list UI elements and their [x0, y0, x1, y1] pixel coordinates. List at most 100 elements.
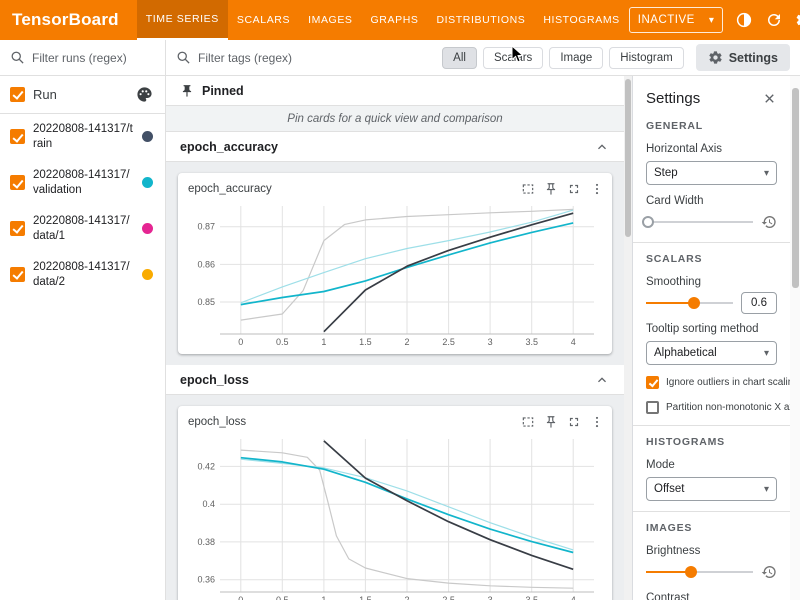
run-label: 20220808-141317/data/1: [33, 214, 134, 244]
run-label: 20220808-141317/train: [33, 122, 134, 152]
chevron-down-icon: ▾: [764, 484, 769, 495]
fit-domain-icon[interactable]: [521, 415, 535, 429]
main-nav-tabs: TIME SERIES SCALARS IMAGES GRAPHS DISTRI…: [137, 0, 629, 40]
tab-time-series[interactable]: TIME SERIES: [137, 0, 228, 40]
epoch-loss-chart[interactable]: 0.360.380.40.4200.511.522.533.54: [186, 433, 604, 600]
runs-column-header: Run: [0, 76, 165, 114]
tab-distributions[interactable]: DISTRIBUTIONS: [427, 0, 534, 40]
fullscreen-icon[interactable]: [567, 415, 581, 429]
chip-scalars[interactable]: Scalars: [483, 47, 543, 69]
section-epoch-accuracy[interactable]: epoch_accuracy: [166, 132, 624, 162]
pin-icon[interactable]: [544, 415, 558, 429]
svg-text:4: 4: [571, 337, 576, 347]
card-zone: epoch_loss 0.360.380.40.4200.511.522.533…: [166, 395, 624, 600]
main-scrollbar[interactable]: [624, 76, 632, 600]
chip-all[interactable]: All: [442, 47, 477, 69]
palette-icon[interactable]: [136, 86, 153, 103]
chip-histogram[interactable]: Histogram: [609, 47, 683, 69]
card-width-slider[interactable]: [646, 212, 753, 232]
settings-scrollbar[interactable]: [790, 76, 800, 600]
run-color-dot: [142, 223, 153, 234]
run-checkbox[interactable]: [10, 267, 25, 282]
slider-thumb[interactable]: [642, 216, 654, 228]
run-row-data-1[interactable]: 20220808-141317/data/1: [0, 206, 165, 252]
slider-thumb[interactable]: [685, 566, 697, 578]
more-options-icon[interactable]: [590, 182, 604, 196]
reset-icon[interactable]: [761, 214, 777, 230]
close-icon[interactable]: [762, 91, 777, 106]
run-checkbox[interactable]: [10, 175, 25, 190]
histograms-heading: HISTOGRAMS: [646, 436, 777, 449]
run-checkbox[interactable]: [10, 221, 25, 236]
scalar-card-epoch-accuracy: epoch_accuracy 0.850.860.8700.511.522.53…: [178, 173, 612, 354]
svg-text:0.38: 0.38: [197, 537, 215, 547]
tag-type-filter-chips: All Scalars Image Histogram: [442, 47, 684, 69]
cards-area: Pinned Pin cards for a quick view and co…: [166, 76, 624, 600]
run-label: 20220808-141317/data/2: [33, 260, 134, 290]
svg-text:0.85: 0.85: [197, 297, 215, 307]
status-value: INACTIVE: [638, 14, 695, 26]
run-row-data-2[interactable]: 20220808-141317/data/2: [0, 252, 165, 298]
checkbox-label: Ignore outliers in chart scaling: [666, 377, 790, 388]
settings-button-label: Settings: [729, 51, 778, 65]
chevron-down-icon: ▾: [709, 15, 715, 26]
app-title: TensorBoard: [0, 0, 137, 40]
reset-icon[interactable]: [761, 564, 777, 580]
tags-filter-input[interactable]: [198, 51, 328, 65]
search-icon: [10, 50, 25, 65]
histogram-mode-select[interactable]: Offset ▾: [646, 477, 777, 501]
svg-text:1: 1: [321, 595, 326, 600]
brightness-slider[interactable]: [646, 562, 753, 582]
tab-scalars[interactable]: SCALARS: [228, 0, 299, 40]
run-checkbox[interactable]: [10, 129, 25, 144]
divider: [633, 425, 790, 426]
pin-icon[interactable]: [544, 182, 558, 196]
top-app-bar: TensorBoard TIME SERIES SCALARS IMAGES G…: [0, 0, 800, 40]
theme-toggle-icon[interactable]: [734, 11, 753, 30]
settings-button[interactable]: Settings: [696, 44, 790, 71]
smoothing-slider[interactable]: [646, 293, 733, 313]
scrollbar-thumb[interactable]: [792, 88, 799, 288]
pinned-empty-message: Pin cards for a quick view and compariso…: [166, 106, 624, 132]
collapse-chevron-up-icon[interactable]: [594, 372, 610, 388]
collapse-chevron-up-icon[interactable]: [594, 139, 610, 155]
pinned-section-header: Pinned: [166, 76, 624, 106]
horizontal-axis-select[interactable]: Step ▾: [646, 161, 777, 185]
scrollbar-thumb[interactable]: [625, 79, 631, 237]
settings-gear-icon[interactable]: [794, 11, 800, 30]
histogram-mode-label: Mode: [646, 458, 777, 472]
fit-domain-icon[interactable]: [521, 182, 535, 196]
svg-text:3.5: 3.5: [525, 337, 538, 347]
svg-text:0.5: 0.5: [276, 595, 289, 600]
svg-text:0.42: 0.42: [197, 461, 215, 471]
select-all-runs-checkbox[interactable]: [10, 87, 25, 102]
tooltip-sorting-select[interactable]: Alphabetical ▾: [646, 341, 777, 365]
chip-image[interactable]: Image: [549, 47, 603, 69]
more-options-icon[interactable]: [590, 415, 604, 429]
tab-images[interactable]: IMAGES: [299, 0, 361, 40]
general-heading: GENERAL: [646, 120, 777, 133]
section-epoch-loss[interactable]: epoch_loss: [166, 365, 624, 395]
partition-x-axis-checkbox[interactable]: Partition non-monotonic X axis: [646, 399, 777, 415]
checkbox-icon: [646, 401, 659, 414]
epoch-accuracy-chart[interactable]: 0.850.860.8700.511.522.533.54: [186, 200, 604, 350]
smoothing-value-input[interactable]: 0.6: [741, 292, 777, 314]
svg-text:0.4: 0.4: [202, 499, 215, 509]
ignore-outliers-checkbox[interactable]: Ignore outliers in chart scaling: [646, 374, 777, 390]
fullscreen-icon[interactable]: [567, 182, 581, 196]
data-status-dropdown[interactable]: INACTIVE ▾: [629, 7, 724, 33]
svg-text:3.5: 3.5: [525, 595, 538, 600]
svg-text:2: 2: [404, 337, 409, 347]
run-row-train[interactable]: 20220808-141317/train: [0, 114, 165, 160]
refresh-icon[interactable]: [764, 11, 783, 30]
tooltip-sorting-value: Alphabetical: [654, 347, 764, 359]
divider: [633, 242, 790, 243]
runs-filter-input[interactable]: [32, 51, 155, 65]
svg-text:2.5: 2.5: [442, 337, 455, 347]
slider-thumb[interactable]: [688, 297, 700, 309]
smoothing-label: Smoothing: [646, 275, 777, 289]
images-heading: IMAGES: [646, 522, 777, 535]
tab-graphs[interactable]: GRAPHS: [362, 0, 428, 40]
tab-histograms[interactable]: HISTOGRAMS: [534, 0, 628, 40]
run-row-validation[interactable]: 20220808-141317/validation: [0, 160, 165, 206]
